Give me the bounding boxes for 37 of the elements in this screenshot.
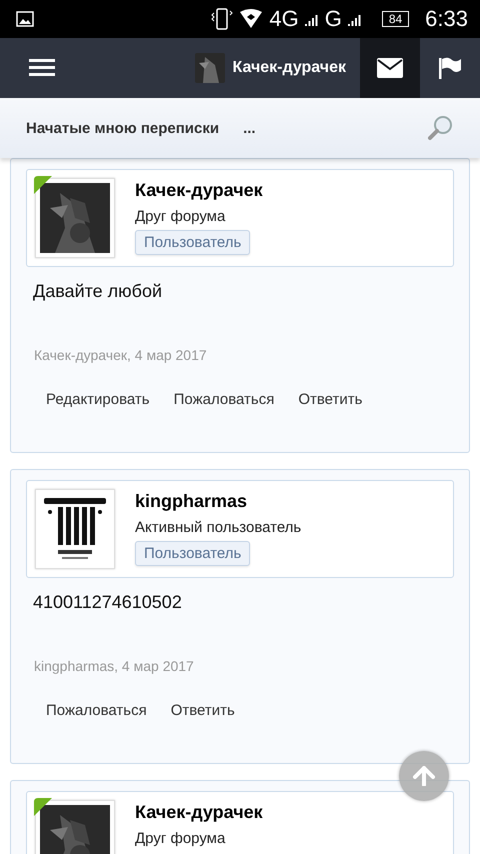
post-meta: Качек-дурачек, 4 мар 2017 [34, 347, 208, 363]
post-action-link[interactable]: Ответить [158, 696, 247, 725]
search-button[interactable] [428, 115, 454, 141]
flag-icon [438, 57, 462, 79]
user-title: Друг форума [135, 830, 226, 848]
user-title: Активный пользователь [135, 519, 302, 537]
arrow-up-icon [413, 766, 435, 786]
post-message: Давайте любой [33, 281, 164, 302]
search-icon [428, 115, 454, 141]
user-group-tag: Пользователь [135, 541, 250, 566]
avatar[interactable] [35, 489, 115, 569]
user-title: Друг форума [135, 208, 226, 226]
post-meta: kingpharmas, 4 мар 2017 [34, 658, 195, 674]
signal-icon [348, 12, 362, 26]
post-action-link[interactable]: Ответить [286, 385, 374, 414]
network-label: G [324, 6, 342, 32]
author-name[interactable]: kingpharmas [135, 489, 248, 513]
messages-button[interactable] [360, 38, 420, 98]
user-group-tag: Пользователь [135, 230, 250, 255]
avatar[interactable] [35, 178, 115, 258]
signal-icon [304, 12, 319, 26]
post-message: 410011274610502 [33, 592, 183, 613]
author-name[interactable]: Качек-дурачек [135, 800, 263, 824]
post-action-link[interactable]: Редактировать [34, 385, 162, 414]
image-icon [16, 11, 34, 27]
post-action-link[interactable]: Пожаловаться [34, 696, 159, 725]
vibrate-icon [211, 7, 234, 31]
post-action-link[interactable]: Пожаловаться [162, 385, 286, 414]
envelope-icon [377, 58, 403, 78]
menu-icon [29, 59, 55, 77]
battery-level: 84 [382, 11, 410, 27]
more-button[interactable]: ... [239, 120, 260, 136]
network-label: 4G [269, 6, 299, 32]
clock: 6:33 [425, 6, 468, 32]
page-title: Начатые мною переписки [26, 120, 220, 136]
author-name[interactable]: Качек-дурачек [135, 178, 263, 202]
wifi-icon [239, 9, 264, 29]
